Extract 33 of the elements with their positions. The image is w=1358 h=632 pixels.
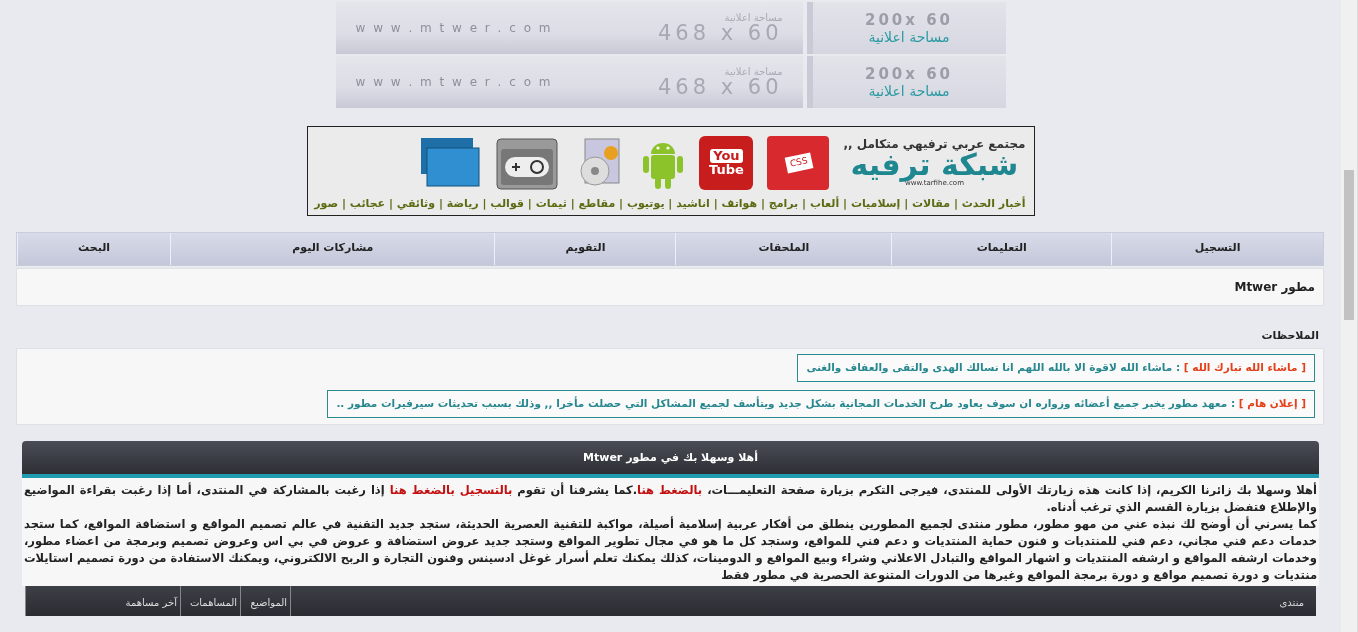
youtube-label: Tube	[708, 162, 744, 177]
nav-link[interactable]: التعليمات	[891, 233, 1112, 265]
ad-caption: مساحة اعلانية	[868, 82, 950, 100]
logo-text: شبكة ترفيه	[850, 150, 1019, 181]
ad-caption: مساحة اعلانية	[868, 28, 950, 46]
ad-site-url: w w w . m t w e r . c o m	[355, 74, 553, 91]
css-label: CSS	[784, 152, 813, 173]
ad-site-url: w w w . m t w e r . c o m	[355, 20, 553, 37]
notice: [ إعلان هام ] : معهد مطور يخبر جميع أعضائه وزواره ان سوف يعاود طرح الخدمات المجانية بشكل جديد ويتأسف لجميع المشاكل التي حصلت مأخرا ,, وذلك بسبب تحديثات سيرفيرات مطور ..	[327, 389, 1315, 418]
nav-link[interactable]: مشاركات اليوم	[170, 233, 495, 265]
scrollbar[interactable]	[1341, 0, 1358, 632]
nav-link[interactable]: البحث	[17, 233, 171, 265]
scrollbar-thumb[interactable]	[1344, 170, 1354, 320]
nav-link[interactable]: التقويم	[494, 233, 676, 265]
welcome-paragraph: أهلا وسهلا بك زائرنا الكريم، إذا كانت هذه زيارتك الأولى للمنتدى، فيرجى التكرم بزيارة صفحة التعليمـــات، بالضغط هنا.كما يشرفنا أن تقوم بالتسجيل بالضغط هنا إذا رغبت بالمشاركة في المنتدى، أما إذا رغبت بقراءة المواضيع والإطلاع فتفضل بزيارة القسم الذي ترغب أدناه.	[24, 482, 1317, 516]
column-header: المساهمات	[180, 586, 240, 616]
column-header: المواضيع	[240, 586, 290, 616]
ad-size-label: 200x 60	[864, 10, 954, 29]
youtube-label: You	[710, 149, 743, 163]
category-links: أخبار الحدث | مقالات | إسلاميات | ألعاب | برامج | هواتف | اناشيد | يوتيوب | مقاطع | ثيمات | قوالب | رياضة | وثائقي | عجائب | صور	[315, 195, 1026, 212]
welcome-header: أهلا وسهلا بك في مطور Mtwer	[22, 440, 1319, 478]
breadcrumb-title: مطور Mtwer	[16, 267, 1324, 306]
column-header: آخر مساهمة	[25, 586, 180, 616]
section-title: الملاحظات	[1260, 327, 1319, 344]
nav-link[interactable]: التسجيل	[1111, 233, 1323, 265]
nav-link[interactable]: الملحقات	[675, 233, 892, 265]
column-header: منتدى	[290, 586, 1316, 616]
ad-size-label: 200x 60	[864, 64, 954, 83]
notice: [ ماشاء الله تبارك الله ] : ماشاء الله لاقوة الا بالله اللهم انا نسالك الهدى والتقى والعفاف والغنى	[797, 354, 1315, 382]
text-link[interactable]: بالضغط هنا	[637, 483, 703, 497]
text-link[interactable]: بالتسجيل بالضغط هنا	[389, 483, 513, 497]
logo-tagline: مجتمع عربي ترفيهي متكامل ,,	[843, 138, 1026, 151]
welcome-paragraph: كما يسرني أن أوضح لك نبذه عني من مهو مطور، مطور منتدى لجميع المطورين ينطلق من أفكار عربية إسلامية أصيلة، مواكبة للتقنية العصرية الحديثة، ستجد جديد التقنية في عالم تصميم المواقع و استضافة المواقع، كما ستجد خدمات دعم فني مجاني، دعم فني للمنتديات و فنون حماية المنتديات و دعم فني للمواقع، وستجد كل ما هو في مجال تطوير المواقع وستجد جديد عروض استضافة و عروض في بي اس وعروض تصميم وبرمجة من اعضاء مطور، وخدمات ارشفه المواقع و ارشفه المنتديات و اشهار المواقع والتبادل الاعلاني وشراء وبيع المواقع و الدومينات، كذلك يمكنك تعلم أسرار غوغل ادسينس وفنون التجارة و الربح الالكتروني، ويمكنك الاستفادة من دورة تصميم استايلات منتديات و دورة تصميم مواقع و دورة برمجة المواقع وغيرها من الدورات المتنوعة الحصرية في مطور فقط	[24, 516, 1317, 584]
